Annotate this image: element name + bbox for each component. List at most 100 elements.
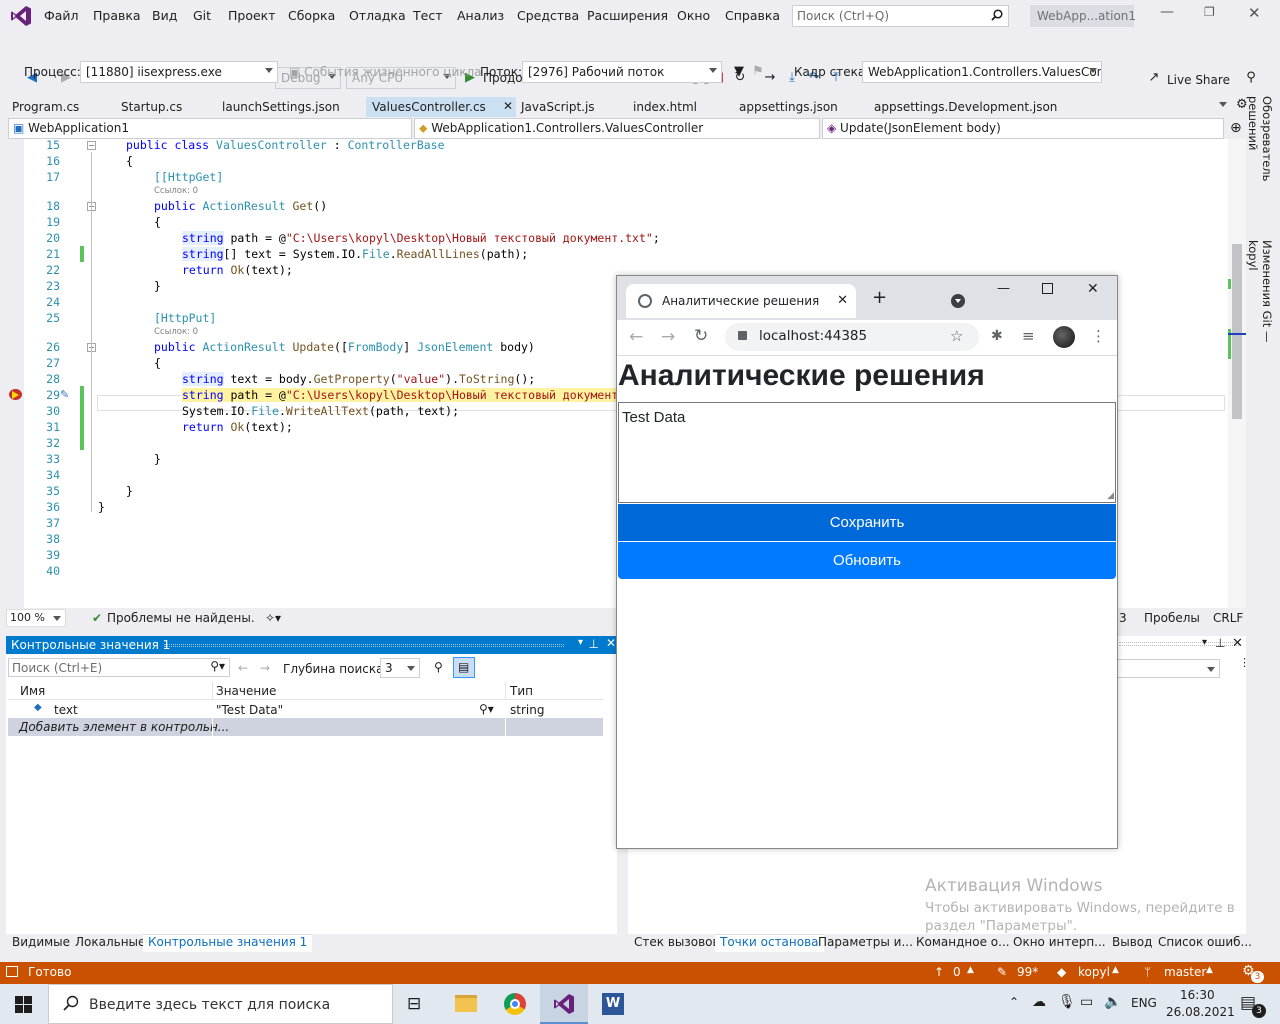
scrollbar-thumb[interactable] bbox=[1232, 244, 1242, 419]
col-value[interactable]: Значение bbox=[216, 684, 276, 698]
menu-edit[interactable]: Правка bbox=[93, 8, 141, 23]
resize-handle-icon[interactable]: ◢ bbox=[1107, 490, 1114, 501]
close-tab-icon[interactable]: ✕ bbox=[503, 99, 513, 113]
search-previous-icon[interactable]: ← bbox=[238, 661, 248, 675]
file-explorer-icon[interactable] bbox=[455, 995, 477, 1012]
language-indicator[interactable]: ENG bbox=[1131, 996, 1157, 1010]
tab-locals[interactable]: Локальные bbox=[75, 935, 145, 953]
member-select[interactable]: ◈ Update(JsonElement body) bbox=[822, 118, 1224, 139]
thread-select[interactable]: [2976] Рабочий поток bbox=[522, 61, 722, 83]
unpushed-count[interactable]: 0 bbox=[953, 965, 961, 979]
minimize-icon[interactable]: — bbox=[1160, 4, 1174, 20]
address-bar[interactable]: localhost:44385 ☆ bbox=[725, 323, 979, 351]
breakpoint-margin[interactable] bbox=[0, 139, 24, 609]
word-icon[interactable]: W bbox=[602, 993, 624, 1015]
bookmark-star-icon[interactable]: ☆ bbox=[950, 327, 963, 345]
watch-row[interactable]: ◆ text "Test Data" ⚲▾ string bbox=[8, 701, 603, 719]
tab-startup-cs[interactable]: Startup.cs bbox=[121, 97, 182, 117]
browser-close-icon[interactable]: ✕ bbox=[1087, 281, 1099, 297]
tab-exception-settings[interactable]: Параметры и... bbox=[818, 935, 913, 953]
tab-call-stack[interactable]: Стек вызовов bbox=[634, 935, 720, 953]
close-icon[interactable]: ✕ bbox=[1248, 4, 1261, 22]
tab-program-cs[interactable]: Program.cs bbox=[12, 97, 79, 117]
menu-tools[interactable]: Средства bbox=[517, 8, 579, 23]
flag-threads-icon[interactable]: ⚑ bbox=[750, 64, 766, 80]
volume-icon[interactable]: 🔈 bbox=[1104, 994, 1121, 1010]
extensions-icon[interactable]: ✱ bbox=[991, 328, 1003, 344]
close-tab-icon[interactable]: ✕ bbox=[837, 293, 848, 308]
network-icon[interactable]: ▭ bbox=[1080, 994, 1093, 1010]
stack-frame-select[interactable]: WebApplication1.Controllers.ValuesContro bbox=[862, 61, 1102, 83]
watch-search-input[interactable]: Поиск (Ctrl+E) ⚲▾ bbox=[8, 658, 230, 677]
feedback-icon[interactable]: ⚲ bbox=[1243, 70, 1259, 86]
menu-window[interactable]: Окно bbox=[677, 8, 710, 23]
microphone-icon[interactable]: 🎙 bbox=[1058, 994, 1076, 1010]
menu-view[interactable]: Вид bbox=[152, 8, 177, 23]
indentation-indicator[interactable]: Пробелы bbox=[1144, 611, 1200, 625]
live-share-button[interactable]: Live Share bbox=[1167, 73, 1230, 87]
tab-appsettings[interactable]: appsettings.json bbox=[739, 97, 838, 117]
data-textarea[interactable]: Test Data ◢ bbox=[618, 402, 1116, 503]
tab-launch-settings[interactable]: launchSettings.json bbox=[222, 97, 340, 117]
menu-build[interactable]: Сборка bbox=[288, 8, 335, 23]
editor-scrollbar[interactable] bbox=[1228, 139, 1246, 609]
tab-error-list[interactable]: Список ошиб... bbox=[1158, 935, 1252, 953]
branch-name[interactable]: master bbox=[1164, 965, 1206, 979]
quick-actions-icon[interactable]: ✎ bbox=[60, 388, 69, 401]
chevron-up-icon[interactable]: ⌃ bbox=[1009, 995, 1019, 1009]
visual-studio-taskbar-icon[interactable] bbox=[540, 984, 588, 1024]
more-icon[interactable]: ⋮ bbox=[1239, 656, 1250, 669]
save-button[interactable]: Сохранить bbox=[618, 504, 1116, 541]
chevron-down-icon[interactable]: ▾ bbox=[578, 637, 583, 648]
class-select[interactable]: ⬥ WebApplication1.Controllers.ValuesCont… bbox=[414, 118, 820, 139]
browser-maximize-icon[interactable] bbox=[1042, 283, 1053, 294]
close-panel-icon[interactable]: ✕ bbox=[1232, 636, 1243, 651]
zoom-select[interactable]: 100 % bbox=[6, 609, 66, 627]
media-icon[interactable]: ≡ bbox=[1022, 327, 1035, 345]
windows-start-icon[interactable] bbox=[15, 996, 32, 1013]
tab-watch-1[interactable]: Контрольные значения 1 bbox=[143, 934, 313, 952]
codelens-refs[interactable]: Ссылок: 0 bbox=[154, 186, 198, 196]
browser-tab[interactable]: Аналитические решения ✕ bbox=[626, 284, 856, 318]
project-select[interactable]: ▣ WebApplication1 bbox=[8, 118, 412, 139]
pin-icon[interactable]: ⊥ bbox=[589, 637, 599, 651]
refresh-button[interactable]: Обновить bbox=[618, 542, 1116, 579]
search-next-icon[interactable]: → bbox=[260, 661, 270, 675]
code-cleanup-icon[interactable]: ✧▾ bbox=[265, 611, 281, 625]
task-view-icon[interactable]: ⊟ bbox=[407, 994, 421, 1014]
tab-immediate-window[interactable]: Окно интерп... bbox=[1013, 935, 1106, 953]
tab-command-window[interactable]: Командное о... bbox=[916, 935, 1010, 953]
browser-back-icon[interactable]: ← bbox=[629, 327, 643, 347]
restore-icon[interactable]: ❐ bbox=[1204, 5, 1215, 19]
tab-appsettings-dev[interactable]: appsettings.Development.json bbox=[874, 97, 1057, 117]
new-tab-icon[interactable]: + bbox=[872, 287, 887, 308]
tab-overflow-icon[interactable] bbox=[1219, 102, 1227, 107]
close-panel-icon[interactable]: ✕ bbox=[606, 636, 616, 650]
menu-test[interactable]: Тест bbox=[413, 8, 442, 23]
line-endings-indicator[interactable]: CRLF bbox=[1213, 611, 1243, 625]
col-type[interactable]: Тип bbox=[510, 684, 533, 698]
pin-icon[interactable]: ⊥ bbox=[1215, 636, 1225, 650]
tab-javascript[interactable]: JavaScript.js bbox=[521, 97, 595, 117]
taskbar-search-input[interactable]: Введите здесь текст для поиска bbox=[48, 984, 393, 1024]
menu-debug[interactable]: Отладка bbox=[349, 8, 406, 23]
menu-file[interactable]: Файл bbox=[44, 8, 79, 23]
menu-project[interactable]: Проект bbox=[228, 8, 276, 23]
chevron-down-icon[interactable]: ▾ bbox=[1202, 637, 1207, 648]
clock-date[interactable]: 26.08.2021 bbox=[1166, 1005, 1235, 1019]
side-tab-git-changes[interactable]: Изменения Git — kopyl bbox=[1246, 240, 1274, 370]
tab-index-html[interactable]: index.html bbox=[633, 97, 697, 117]
global-search-input[interactable]: Поиск (Ctrl+Q) bbox=[792, 5, 1009, 27]
tab-autos[interactable]: Видимые bbox=[12, 935, 70, 953]
codelens-refs[interactable]: Ссылок: 0 bbox=[154, 327, 198, 337]
live-share-icon[interactable]: ↗ bbox=[1146, 70, 1162, 86]
chrome-icon[interactable] bbox=[504, 993, 526, 1015]
split-editor-icon[interactable]: ⊕ bbox=[1230, 120, 1242, 136]
side-tab-solution-explorer[interactable]: Обозреватель решений bbox=[1246, 96, 1274, 236]
col-name[interactable]: Имя bbox=[20, 684, 45, 698]
pin-source-icon[interactable]: ⚲ bbox=[434, 660, 443, 674]
tab-breakpoints[interactable]: Точки останова bbox=[715, 934, 824, 952]
tab-values-controller[interactable]: ValuesController.cs ✕ bbox=[366, 97, 516, 117]
breakpoints-filter[interactable] bbox=[1117, 659, 1220, 678]
watch-add-row[interactable]: Добавить элемент в контрольн... bbox=[8, 718, 603, 736]
